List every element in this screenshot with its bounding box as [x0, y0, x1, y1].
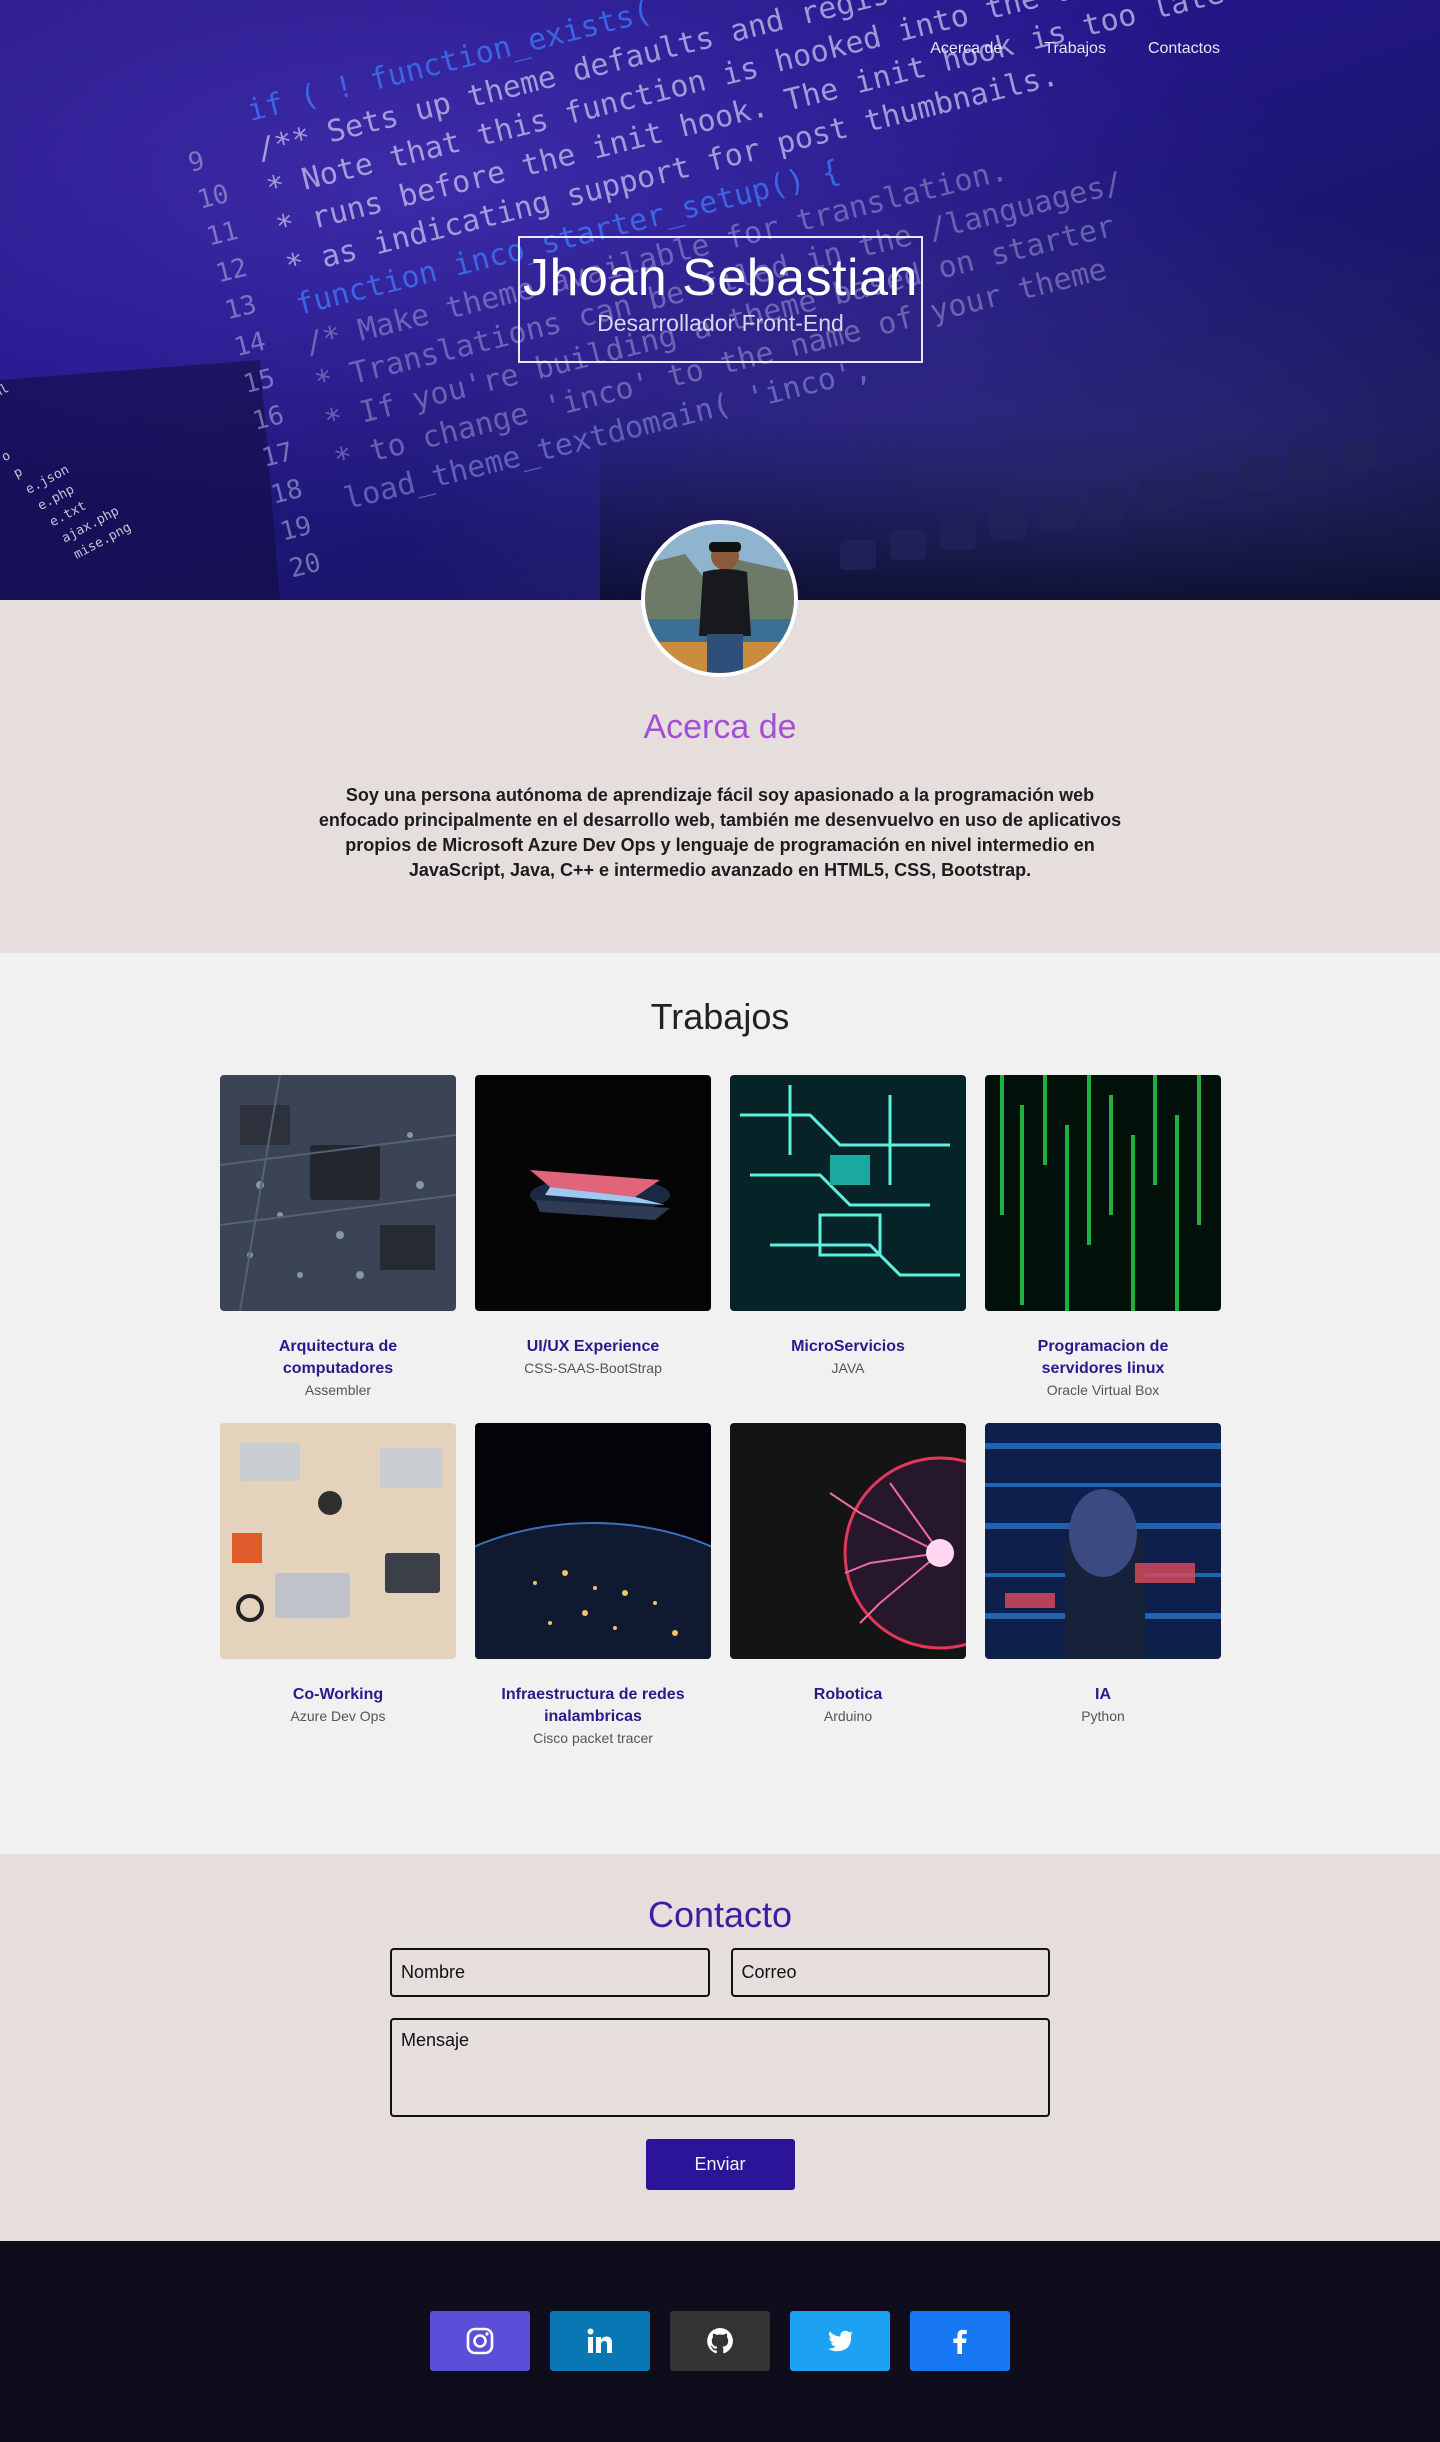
- work-card[interactable]: MicroServicios JAVA: [730, 1075, 966, 1423]
- work-subtitle: Oracle Virtual Box: [1046, 1382, 1160, 1398]
- twitter-button[interactable]: [790, 2311, 890, 2371]
- code-line-number: 20: [286, 548, 324, 585]
- work-subtitle: Python: [1081, 1708, 1125, 1724]
- work-subtitle: JAVA: [831, 1360, 865, 1376]
- hero-title: Jhoan Sebastian: [523, 249, 918, 307]
- work-image-desk-laptops: [220, 1423, 456, 1659]
- about-heading: Acerca de: [643, 708, 797, 746]
- code-line-number: 18: [268, 474, 306, 511]
- code-line-number: 19: [277, 511, 315, 548]
- work-image-digital-face: [985, 1423, 1221, 1659]
- code-line-number: 14: [231, 326, 269, 363]
- work-title: Co-Working: [292, 1686, 384, 1703]
- work-image-circuit-board: [220, 1075, 456, 1311]
- work-image-earth-night: [475, 1423, 711, 1659]
- work-image-laptop-glow: [475, 1075, 711, 1311]
- work-subtitle: Arduino: [823, 1708, 873, 1724]
- instagram-button[interactable]: [430, 2311, 530, 2371]
- message-field[interactable]: [390, 2018, 1050, 2117]
- hero-title-box: Jhoan Sebastian Desarrollador Front-End: [518, 236, 923, 363]
- work-subtitle: Assembler: [304, 1382, 372, 1398]
- code-line-number: 15: [240, 363, 278, 400]
- github-button[interactable]: [670, 2311, 770, 2371]
- facebook-icon: [953, 2329, 967, 2354]
- work-image-matrix-code: [985, 1075, 1221, 1311]
- nav-link-trabajos[interactable]: Trabajos: [1044, 40, 1106, 58]
- work-card[interactable]: Robotica Arduino: [730, 1423, 966, 1771]
- hero-section: 9 10 11 12 13 14 15 16 17 18 19 20 if ( ! function_…: [0, 0, 1440, 600]
- hero-subtitle: Desarrollador Front-End: [597, 310, 844, 336]
- work-card[interactable]: IA Python: [985, 1423, 1221, 1771]
- work-subtitle: Cisco packet tracer: [533, 1730, 653, 1746]
- work-title: Robotica: [813, 1686, 883, 1703]
- profile-avatar: [641, 520, 798, 677]
- code-line-number: 11: [204, 216, 242, 253]
- work-title: IA: [1095, 1686, 1111, 1703]
- work-title: MicroServicios: [791, 1338, 905, 1355]
- linkedin-button[interactable]: [550, 2311, 650, 2371]
- code-line-number: 9: [185, 146, 207, 179]
- work-card[interactable]: Programacion de servidores linux Oracle …: [985, 1075, 1221, 1423]
- nav-link-contactos[interactable]: Contactos: [1148, 40, 1220, 58]
- send-button[interactable]: Enviar: [645, 2139, 795, 2190]
- works-grid: Arquitectura de computadores Assembler U…: [220, 1075, 1221, 1771]
- work-card[interactable]: Co-Working Azure Dev Ops: [220, 1423, 456, 1771]
- works-section: Trabajos Arquitectura de computadores As…: [0, 953, 1440, 1854]
- about-text: Soy una persona autónoma de aprendizaje …: [318, 785, 1122, 880]
- work-card[interactable]: Infraestructura de redes inalambricas Ci…: [475, 1423, 711, 1771]
- work-title: UI/UX Experience: [526, 1338, 660, 1355]
- name-field[interactable]: [390, 1948, 710, 1997]
- github-icon: [707, 2328, 733, 2354]
- contact-heading: Contacto: [647, 1894, 793, 1935]
- email-field[interactable]: [730, 1948, 1050, 1997]
- work-title: Arquitectura de computadores: [278, 1338, 398, 1377]
- facebook-button[interactable]: [910, 2311, 1010, 2371]
- works-heading: Trabajos: [650, 996, 790, 1037]
- work-subtitle: CSS-SAAS-BootStrap: [524, 1360, 662, 1376]
- work-card[interactable]: UI/UX Experience CSS-SAAS-BootStrap: [475, 1075, 711, 1423]
- contact-section: Contacto Enviar: [0, 1854, 1440, 2241]
- work-image-cyan-circuit: [730, 1075, 966, 1311]
- code-line-number: 16: [250, 400, 288, 437]
- code-line-number: 10: [194, 179, 232, 216]
- code-line-number: 17: [259, 437, 297, 474]
- linkedin-icon: [587, 2328, 612, 2353]
- work-title: Infraestructura de redes inalambricas: [501, 1686, 685, 1725]
- instagram-icon: [466, 2327, 494, 2355]
- contact-form: Enviar: [390, 1948, 1050, 2190]
- code-line-number: 13: [222, 290, 260, 327]
- code-line-number: 12: [213, 253, 251, 290]
- footer: [0, 2241, 1440, 2442]
- main-nav: Acerca de Trabajos Contactos: [930, 40, 1220, 58]
- twitter-icon: [828, 2330, 853, 2352]
- nav-link-acerca-de[interactable]: Acerca de: [930, 40, 1002, 58]
- work-image-plasma-ball: [730, 1423, 966, 1659]
- social-links: [0, 2311, 1440, 2371]
- work-card[interactable]: Arquitectura de computadores Assembler: [220, 1075, 456, 1423]
- work-subtitle: Azure Dev Ops: [290, 1708, 386, 1724]
- contact-row: [390, 1948, 1050, 1997]
- work-title: Programacion de servidores linux: [1037, 1338, 1169, 1377]
